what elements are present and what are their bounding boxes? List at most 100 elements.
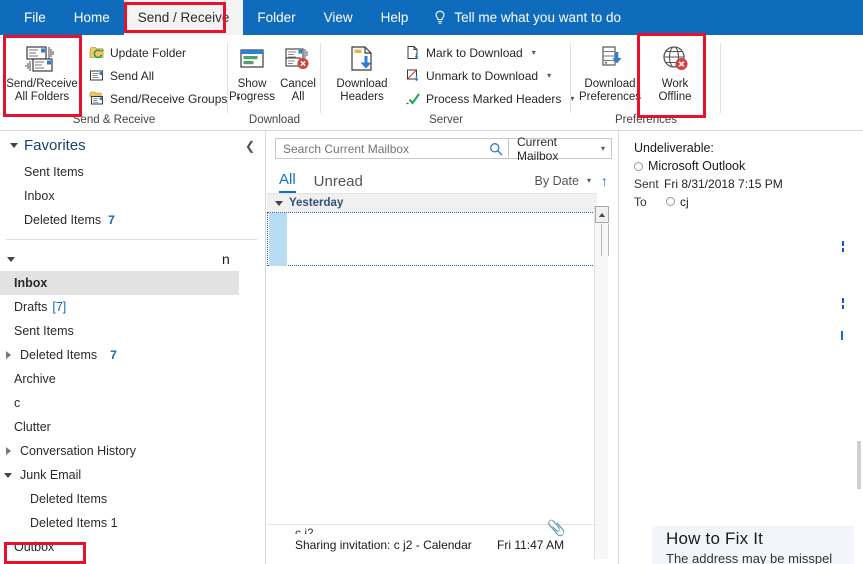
folder-item-outbox[interactable]: Outbox bbox=[0, 535, 265, 559]
work-offline-button[interactable]: Work Offline bbox=[645, 38, 705, 108]
account-row[interactable]: n bbox=[0, 247, 265, 271]
download-preferences-label: Download Preferences bbox=[578, 78, 641, 103]
triangle-down-icon bbox=[10, 143, 18, 148]
sort-by-date-dropdown[interactable]: By Date ▾ bbox=[535, 174, 591, 188]
send-receive-all-folders-icon bbox=[24, 42, 60, 76]
ribbon-group-download: Show Progress Cancel All Download bbox=[228, 35, 321, 131]
sent-value: Fri 8/31/2018 7:15 PM bbox=[664, 177, 783, 191]
triangle-down-icon bbox=[7, 256, 15, 262]
triangle-right-icon[interactable] bbox=[5, 447, 11, 455]
favorite-label: Sent Items bbox=[24, 165, 84, 179]
process-marked-headers-button[interactable]: Process Marked Headers ▾ bbox=[401, 88, 577, 109]
folder-item-junk-email[interactable]: Junk Email bbox=[0, 463, 265, 487]
chevron-down-icon[interactable]: ▾ bbox=[587, 177, 591, 185]
sidebar-divider bbox=[6, 239, 257, 240]
search-box[interactable] bbox=[275, 138, 509, 159]
filter-row: All Unread By Date ▾ ↑ bbox=[267, 165, 618, 193]
chevron-down-icon[interactable]: ▾ bbox=[547, 71, 551, 80]
scrollbar-track bbox=[601, 224, 602, 256]
work-offline-label: Work Offline bbox=[658, 78, 692, 103]
send-all-button[interactable]: Send All bbox=[85, 65, 243, 86]
favorite-inbox[interactable]: Inbox bbox=[0, 184, 265, 208]
send-receive-all-folders-label: Send/Receive All Folders bbox=[6, 78, 78, 103]
ribbon-group-server: Download Headers Mark to Download ▾ Unma… bbox=[321, 35, 574, 131]
message-time: Fri 11:47 AM bbox=[497, 538, 565, 552]
favorite-deleted-items[interactable]: Deleted Items 7 bbox=[0, 208, 265, 232]
download-preferences-icon bbox=[594, 42, 626, 76]
reading-pane-scrollbar[interactable] bbox=[854, 131, 863, 564]
folder-item-conversation-history[interactable]: Conversation History bbox=[0, 439, 265, 463]
search-row: Current Mailbox ▾ bbox=[267, 131, 618, 165]
folder-item-c[interactable]: c bbox=[0, 391, 265, 415]
folder-item-inbox[interactable]: Inbox bbox=[0, 271, 239, 295]
to-label: To bbox=[634, 195, 647, 209]
menu-tab-help[interactable]: Help bbox=[367, 0, 423, 35]
folder-item-junk-deleted-items[interactable]: Deleted Items bbox=[0, 487, 265, 511]
filter-tab-unread[interactable]: Unread bbox=[314, 173, 363, 193]
menu-bar: File Home Send / Receive Folder View Hel… bbox=[0, 0, 863, 35]
triangle-right-icon[interactable] bbox=[5, 351, 11, 359]
send-receive-groups-button[interactable]: Send/Receive Groups ▾ bbox=[85, 88, 243, 109]
message-list-scrollbar[interactable] bbox=[594, 206, 609, 559]
folder-item-deleted-items[interactable]: Deleted Items 7 bbox=[0, 343, 265, 367]
menu-tab-folder[interactable]: Folder bbox=[243, 0, 309, 35]
menu-tab-home[interactable]: Home bbox=[60, 0, 124, 35]
sort-ascending-arrow-icon[interactable]: ↑ bbox=[601, 173, 608, 189]
folder-label: Conversation History bbox=[20, 444, 137, 458]
triangle-down-icon[interactable] bbox=[4, 472, 12, 478]
favorite-label: Inbox bbox=[24, 189, 55, 203]
folder-label: Deleted Items 1 bbox=[30, 516, 118, 530]
message-list-item-last[interactable]: c j2 Sharing invitation: c j2 - Calendar… bbox=[267, 520, 597, 564]
selection-indicator-bar bbox=[269, 213, 287, 266]
show-progress-button[interactable]: Show Progress bbox=[228, 38, 276, 108]
mark-to-download-icon bbox=[404, 44, 421, 61]
folder-label: Deleted Items bbox=[30, 492, 108, 506]
update-folder-label: Update Folder bbox=[110, 45, 187, 60]
folder-item-clutter[interactable]: Clutter bbox=[0, 415, 265, 439]
menu-tab-view[interactable]: View bbox=[310, 0, 367, 35]
favorites-header[interactable]: Favorites bbox=[0, 131, 265, 160]
folder-item-junk-deleted-items-1[interactable]: Deleted Items 1 bbox=[0, 511, 265, 535]
scroll-up-arrow-icon[interactable] bbox=[595, 206, 609, 223]
to-value[interactable]: cj bbox=[680, 193, 689, 211]
message-group-header-yesterday[interactable]: Yesterday bbox=[267, 193, 597, 212]
email-sender[interactable]: Microsoft Outlook bbox=[648, 157, 745, 175]
sort-label: By Date bbox=[534, 174, 579, 188]
search-scope-dropdown[interactable]: Current Mailbox ▾ bbox=[509, 135, 612, 163]
send-all-label: Send All bbox=[110, 68, 155, 83]
sent-label: Sent bbox=[634, 177, 659, 191]
collapse-pane-icon[interactable]: ❮ bbox=[245, 139, 255, 153]
download-preferences-button[interactable]: DownloadPreferences ▾ bbox=[575, 38, 645, 108]
folder-item-drafts[interactable]: Drafts [7] bbox=[0, 295, 265, 319]
chevron-down-icon[interactable]: ▾ bbox=[601, 144, 605, 153]
draft-count: [7] bbox=[52, 300, 67, 314]
filter-tab-all[interactable]: All bbox=[279, 171, 296, 193]
mark-to-download-button[interactable]: Mark to Download ▾ bbox=[401, 42, 577, 63]
tell-me-search[interactable]: Tell me what you want to do bbox=[422, 10, 621, 26]
folder-item-archive[interactable]: Archive bbox=[0, 367, 265, 391]
message-list-item-selected[interactable] bbox=[267, 212, 597, 266]
ribbon-group-label-send-receive: Send & Receive bbox=[72, 114, 156, 126]
scrollbar-track bbox=[608, 224, 609, 256]
email-body bbox=[620, 219, 863, 519]
group-label: Yesterday bbox=[289, 197, 344, 209]
chevron-down-icon[interactable]: ▾ bbox=[532, 48, 536, 57]
search-input[interactable] bbox=[283, 141, 489, 156]
how-to-fix-it-text: The address may be misspel bbox=[666, 551, 833, 564]
menu-tab-send-receive[interactable]: Send / Receive bbox=[123, 0, 244, 35]
scrollbar-thumb[interactable] bbox=[857, 441, 861, 489]
unmark-to-download-button[interactable]: Unmark to Download ▾ bbox=[401, 65, 577, 86]
update-folder-button[interactable]: Update Folder bbox=[85, 42, 243, 63]
ribbon-group-preferences: DownloadPreferences ▾ bbox=[571, 35, 721, 131]
cancel-all-button[interactable]: Cancel All bbox=[276, 38, 320, 108]
work-offline-icon bbox=[659, 42, 691, 76]
paperclip-icon: 📎 bbox=[547, 520, 566, 537]
triangle-down-icon bbox=[275, 200, 283, 206]
search-icon[interactable] bbox=[489, 142, 503, 156]
menu-tab-file[interactable]: File bbox=[10, 0, 60, 35]
send-receive-all-folders-button[interactable]: Send/Receive All Folders bbox=[5, 38, 79, 108]
folder-item-sent-items[interactable]: Sent Items bbox=[0, 319, 265, 343]
favorite-sent-items[interactable]: Sent Items bbox=[0, 160, 265, 184]
download-headers-button[interactable]: Download Headers bbox=[327, 38, 397, 108]
cancel-all-icon bbox=[283, 42, 313, 76]
